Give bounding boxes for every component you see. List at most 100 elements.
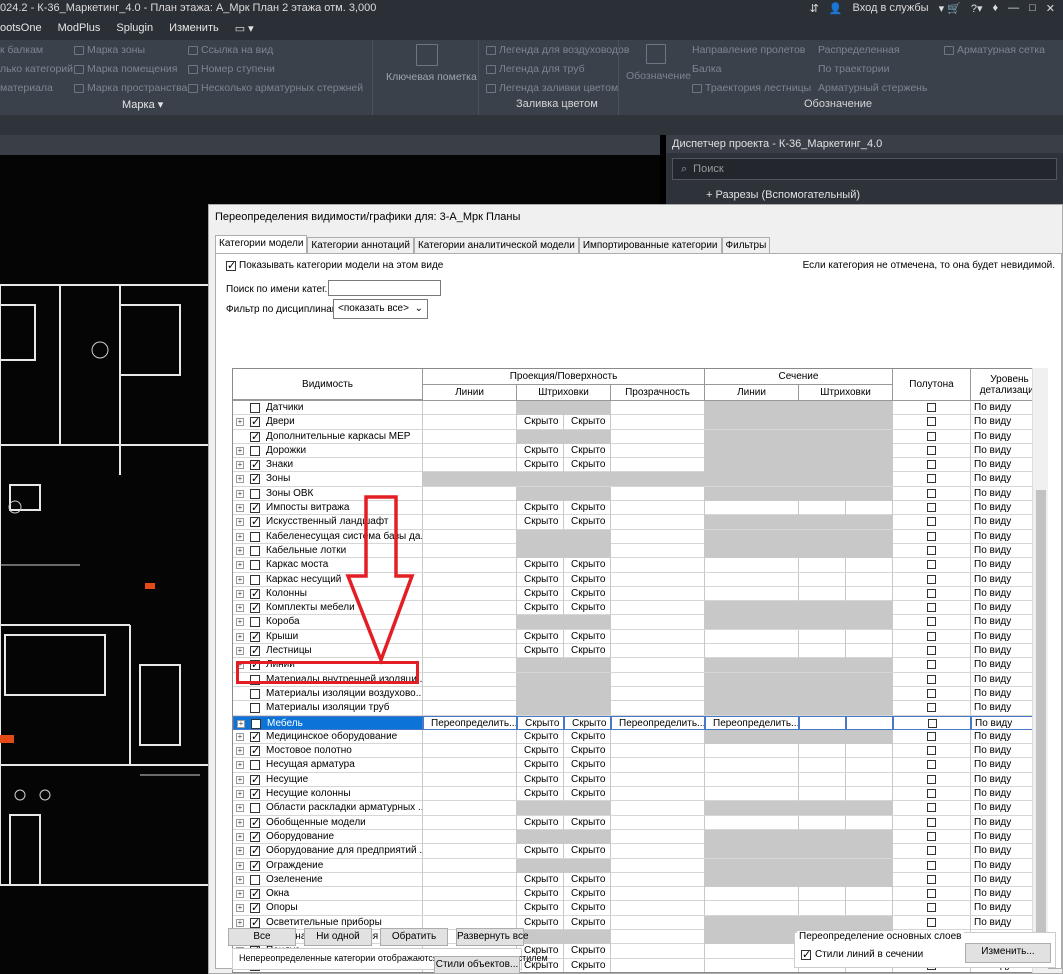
override-cell-cutp1[interactable]	[846, 443, 893, 458]
table-row[interactable]: +Мостовое полотноСкрытоСкрытоПо виду	[233, 744, 1047, 759]
expand-icon[interactable]: +	[236, 489, 244, 498]
override-cell-pat1[interactable]	[564, 472, 611, 487]
override-cell-cutl[interactable]	[705, 429, 799, 444]
override-cell-cutl[interactable]	[705, 558, 799, 573]
visibility-checkbox[interactable]	[250, 901, 260, 915]
override-cell-pat0[interactable]: Скрыто	[517, 844, 564, 859]
override-cell-cutp0[interactable]	[799, 658, 846, 673]
override-cell-pat1[interactable]	[564, 486, 611, 501]
override-cell-pat1[interactable]: Скрыто	[564, 915, 611, 930]
override-cell-cutl[interactable]	[705, 787, 799, 802]
expand-icon[interactable]: +	[236, 518, 244, 527]
visibility-checkbox[interactable]	[250, 488, 260, 499]
table-row[interactable]: +ДвериСкрытоСкрытоПо виду	[233, 415, 1047, 430]
override-cell-cutp0[interactable]	[799, 701, 846, 716]
override-cell-cutp1[interactable]	[846, 901, 893, 916]
override-cell-cutl[interactable]	[705, 629, 799, 644]
override-cell-cutp1[interactable]	[846, 887, 893, 902]
cut-line-styles-checkbox[interactable]	[801, 948, 811, 961]
override-cell-cutp0[interactable]	[799, 729, 846, 744]
ribbon-button[interactable]: Марка пространства	[74, 82, 187, 94]
category-cell[interactable]: + Озеленение	[233, 872, 423, 887]
override-cell-pat0[interactable]	[517, 858, 564, 873]
override-cell-pat1[interactable]: Скрыто	[564, 901, 611, 916]
override-cell-cutp1[interactable]	[846, 629, 893, 644]
category-cell[interactable]: + Двери	[233, 415, 423, 430]
override-cell-cutp0[interactable]	[799, 472, 846, 487]
override-cell-cutp0[interactable]	[799, 901, 846, 916]
override-cell-cutp0[interactable]	[799, 787, 846, 802]
override-cell-lines[interactable]	[423, 872, 517, 887]
halftone-checkbox[interactable]	[927, 417, 936, 427]
expand-icon[interactable]: +	[236, 647, 244, 656]
override-cell-cutl[interactable]	[705, 958, 799, 972]
col-visibility[interactable]: Видимость	[233, 369, 423, 401]
override-cell-pat0[interactable]	[517, 486, 564, 501]
table-row[interactable]: +Несущие колонныСкрытоСкрытоПо виду	[233, 787, 1047, 802]
override-cell-pat1[interactable]	[564, 686, 611, 701]
override-cell-cutl[interactable]	[705, 586, 799, 601]
override-cell-pat1[interactable]	[564, 615, 611, 630]
tab-imported-categories[interactable]: Импортированные категории	[578, 237, 722, 253]
override-cell-cutl[interactable]	[705, 415, 799, 430]
visibility-checkbox[interactable]	[250, 887, 260, 901]
override-cell-lines[interactable]	[423, 401, 517, 415]
override-cell-cutp0[interactable]	[799, 415, 846, 430]
override-cell-pat1[interactable]	[564, 429, 611, 444]
override-cell-cutp1[interactable]	[846, 858, 893, 873]
category-cell[interactable]: Материалы изоляции воздухово...	[233, 686, 423, 701]
override-cell-tr[interactable]	[611, 486, 705, 501]
category-cell[interactable]: + Дорожки	[233, 443, 423, 458]
ribbon-button[interactable]: Распределенная	[818, 44, 900, 56]
override-cell-pat1[interactable]	[564, 829, 611, 844]
override-cell-pat0[interactable]: Скрыто	[517, 729, 564, 744]
override-cell-cutp1[interactable]	[846, 601, 893, 616]
override-cell-lines[interactable]	[423, 601, 517, 616]
override-cell-cutp1[interactable]	[846, 872, 893, 887]
override-cell-pat1[interactable]: Скрыто	[564, 515, 611, 530]
override-cell-tr[interactable]	[611, 644, 705, 659]
override-cell-lines[interactable]: Переопределить...	[423, 715, 517, 730]
expand-icon[interactable]: +	[236, 618, 244, 627]
ribbon-button[interactable]: к балкам	[0, 44, 43, 56]
visibility-checkbox[interactable]	[250, 688, 260, 699]
halftone-checkbox[interactable]	[927, 688, 936, 698]
override-cell-tr[interactable]	[611, 558, 705, 573]
override-cell-pat1[interactable]: Скрыто	[564, 872, 611, 887]
halftone-checkbox[interactable]	[927, 460, 936, 470]
expand-icon[interactable]: +	[236, 532, 244, 541]
override-cell-tr[interactable]	[611, 887, 705, 902]
expand-icon[interactable]: +	[236, 904, 244, 913]
override-cell-lines[interactable]	[423, 515, 517, 530]
override-cell-cutp0[interactable]	[799, 572, 846, 587]
override-cell-cutl[interactable]	[705, 601, 799, 616]
halftone-checkbox[interactable]	[927, 731, 936, 741]
tab-filters[interactable]: Фильтры	[721, 237, 771, 253]
override-cell-pat1[interactable]: Скрыто	[564, 844, 611, 859]
override-cell-lines[interactable]	[423, 529, 517, 544]
override-cell-pat0[interactable]: Скрыто	[517, 744, 564, 759]
override-cell-cutp1[interactable]	[846, 844, 893, 859]
expand-icon[interactable]: +	[236, 575, 244, 584]
override-cell-cutl[interactable]	[705, 529, 799, 544]
override-cell-pat1[interactable]: Скрыто	[564, 601, 611, 616]
override-cell-pat0[interactable]	[517, 615, 564, 630]
override-cell-cutl[interactable]	[705, 801, 799, 816]
override-cell-pat0[interactable]: Скрыто	[517, 915, 564, 930]
override-cell-cutp1[interactable]	[846, 701, 893, 716]
override-cell-cutp0[interactable]	[799, 558, 846, 573]
override-cell-pat1[interactable]	[564, 658, 611, 673]
halftone-checkbox[interactable]	[927, 403, 936, 412]
override-cell-tr[interactable]	[611, 858, 705, 873]
visibility-checkbox[interactable]	[250, 644, 260, 658]
override-cell-cutl[interactable]	[705, 472, 799, 487]
override-cell-cutp0[interactable]	[799, 844, 846, 859]
override-cell-tr[interactable]	[611, 729, 705, 744]
override-cell-pat0[interactable]: Скрыто	[517, 601, 564, 616]
override-cell-cutp0[interactable]	[799, 501, 846, 516]
override-cell-cutl[interactable]	[705, 772, 799, 787]
override-cell-cutl[interactable]	[705, 644, 799, 659]
override-cell-cutp1[interactable]	[846, 644, 893, 659]
ribbon-button[interactable]: Несколько арматурных стержней	[188, 82, 363, 94]
override-cell-pat1[interactable]	[564, 701, 611, 716]
